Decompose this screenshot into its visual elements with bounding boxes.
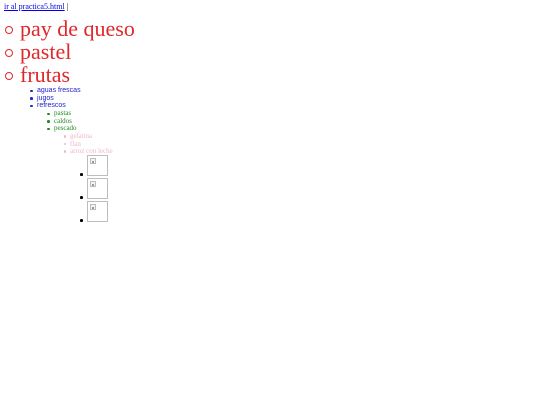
disc-bullet-icon (30, 104, 33, 108)
disc-bullet-icon (47, 127, 50, 131)
list-item-image (80, 155, 108, 178)
list-item-jugos: jugos (30, 95, 81, 103)
list-item-frutas: frutas (4, 63, 304, 86)
list-item-label: jugos (37, 94, 54, 102)
circle-bullet-icon (5, 26, 13, 34)
image-sublist (80, 155, 108, 224)
desserts-sublist: gelatina flan arroz con leche (64, 132, 113, 156)
broken-image-placeholder (87, 155, 108, 176)
disc-bullet-icon (47, 120, 50, 123)
disc-bullet-icon (30, 89, 33, 93)
list-item-label: aguas frescas (37, 87, 81, 94)
list-item-label: pay de queso (20, 16, 135, 41)
broken-image-placeholder (87, 201, 108, 222)
list-item-image (80, 201, 108, 224)
practica5-link[interactable]: ir al practica5.html (4, 2, 65, 11)
list-item-label: frutas (20, 62, 71, 87)
list-item-aguas-frescas: aguas frescas (30, 87, 81, 95)
broken-image-icon (90, 204, 96, 210)
disc-bullet-icon (80, 196, 83, 199)
disc-bullet-icon (80, 219, 83, 222)
circle-bullet-icon (5, 49, 13, 57)
list-item-label: pescado (54, 124, 77, 133)
main-food-list: pay de queso pastel frutas (4, 17, 304, 86)
list-item-pay-de-queso: pay de queso (4, 17, 304, 40)
disc-bullet-icon (30, 97, 33, 100)
circle-bullet-icon (64, 142, 67, 146)
drinks-sublist: aguas frescas jugos refrescos (30, 87, 81, 110)
top-bar: ir al practica5.html | (4, 2, 68, 12)
list-item-pastel: pastel (4, 40, 304, 63)
link-separator: | (66, 2, 69, 11)
disc-bullet-icon (47, 112, 50, 116)
dishes-sublist: pastas caldos pescado (47, 109, 77, 133)
broken-image-placeholder (87, 178, 108, 199)
broken-image-icon (90, 158, 96, 164)
circle-bullet-icon (64, 150, 67, 153)
circle-bullet-icon (5, 72, 13, 80)
list-item-label: arroz con leche (70, 147, 113, 156)
circle-bullet-icon (64, 135, 67, 138)
list-item-image (80, 178, 108, 201)
disc-bullet-icon (80, 173, 83, 176)
list-item-label: pastel (20, 39, 72, 64)
broken-image-icon (90, 181, 96, 187)
